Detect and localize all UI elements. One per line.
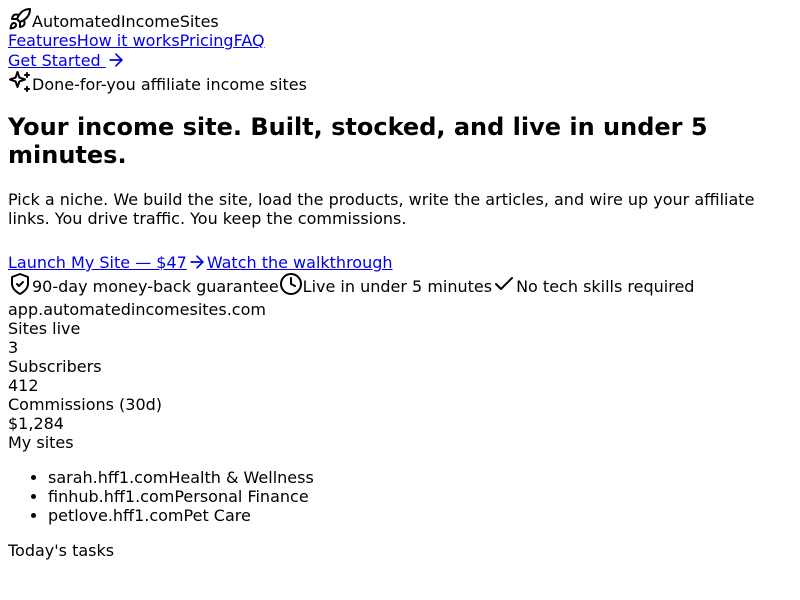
trust-label: Live in under 5 minutes [302, 277, 493, 296]
trust-badges: 90-day money-back guarantee Live in under… [8, 272, 792, 300]
brand-name: AutomatedIncomeSites [32, 12, 219, 31]
clock-icon [279, 272, 303, 296]
get-started-button[interactable]: Get Started [8, 50, 126, 70]
list-item: sarah.hff1.comHealth & Wellness [48, 468, 792, 487]
trust-label: No tech skills required [516, 277, 695, 296]
get-started-label: Get Started [8, 51, 101, 70]
site-domain: finhub.hff1.com [48, 487, 175, 506]
shield-check-icon [8, 272, 32, 296]
preview-url: app.automatedincomesites.com [8, 300, 266, 319]
hero-lead: Pick a niche. We build the site, load th… [8, 190, 755, 228]
stat-label-commissions: Commissions (30d) [8, 395, 163, 414]
nav-link-pricing[interactable]: Pricing [180, 31, 234, 50]
sites-list: sarah.hff1.comHealth & Wellness finhub.h… [8, 468, 792, 525]
tasks-title: Today's tasks [8, 541, 115, 560]
launch-site-label: Launch My Site — $47 [8, 253, 187, 272]
nav-link-how-it-works[interactable]: How it works [77, 31, 180, 50]
site-niche: Health & Wellness [168, 468, 314, 487]
site-domain: sarah.hff1.com [48, 468, 169, 487]
stat-value-commissions: $1,284 [8, 414, 64, 433]
list-item: petlove.hff1.comPet Care [48, 506, 792, 525]
header-cta-row: Get Started [8, 50, 792, 70]
trust-label: 90-day money-back guarantee [32, 277, 279, 296]
tagline-text: Done-for-you affiliate income sites [32, 75, 307, 94]
stat-label-subscribers: Subscribers [8, 357, 102, 376]
brand[interactable]: AutomatedIncomeSites [8, 7, 792, 31]
stat-value-subscribers: 412 [8, 376, 39, 395]
hero-title: Your income site. Built, stocked, and li… [8, 113, 708, 169]
stat-label-sites-live: Sites live [8, 319, 81, 338]
sparkles-icon [8, 70, 32, 94]
arrow-right-icon [106, 50, 126, 70]
hero-actions: Launch My Site — $47 Watch the walkthroug… [8, 252, 792, 272]
check-icon [492, 272, 516, 296]
site-niche: Personal Finance [174, 487, 309, 506]
arrow-right-icon [187, 252, 207, 272]
trust-item-no-tech: No tech skills required [492, 272, 694, 296]
stat-value-sites-live: 3 [8, 338, 19, 357]
trust-item-guarantee: 90-day money-back guarantee [8, 272, 279, 296]
launch-site-button[interactable]: Launch My Site — $47 [8, 252, 207, 272]
nav-link-features[interactable]: Features [8, 31, 77, 50]
sites-title: My sites [8, 433, 74, 452]
rocket-icon [8, 7, 32, 31]
main-nav: FeaturesHow it worksPricingFAQ [8, 31, 792, 50]
site-niche: Pet Care [183, 506, 251, 525]
list-item: finhub.hff1.comPersonal Finance [48, 487, 792, 506]
watch-walkthrough-link[interactable]: Watch the walkthrough [207, 253, 393, 272]
site-domain: petlove.hff1.com [48, 506, 184, 525]
nav-link-faq[interactable]: FAQ [234, 31, 265, 50]
trust-item-speed: Live in under 5 minutes [279, 272, 492, 296]
hero-tagline: Done-for-you affiliate income sites [8, 70, 792, 94]
